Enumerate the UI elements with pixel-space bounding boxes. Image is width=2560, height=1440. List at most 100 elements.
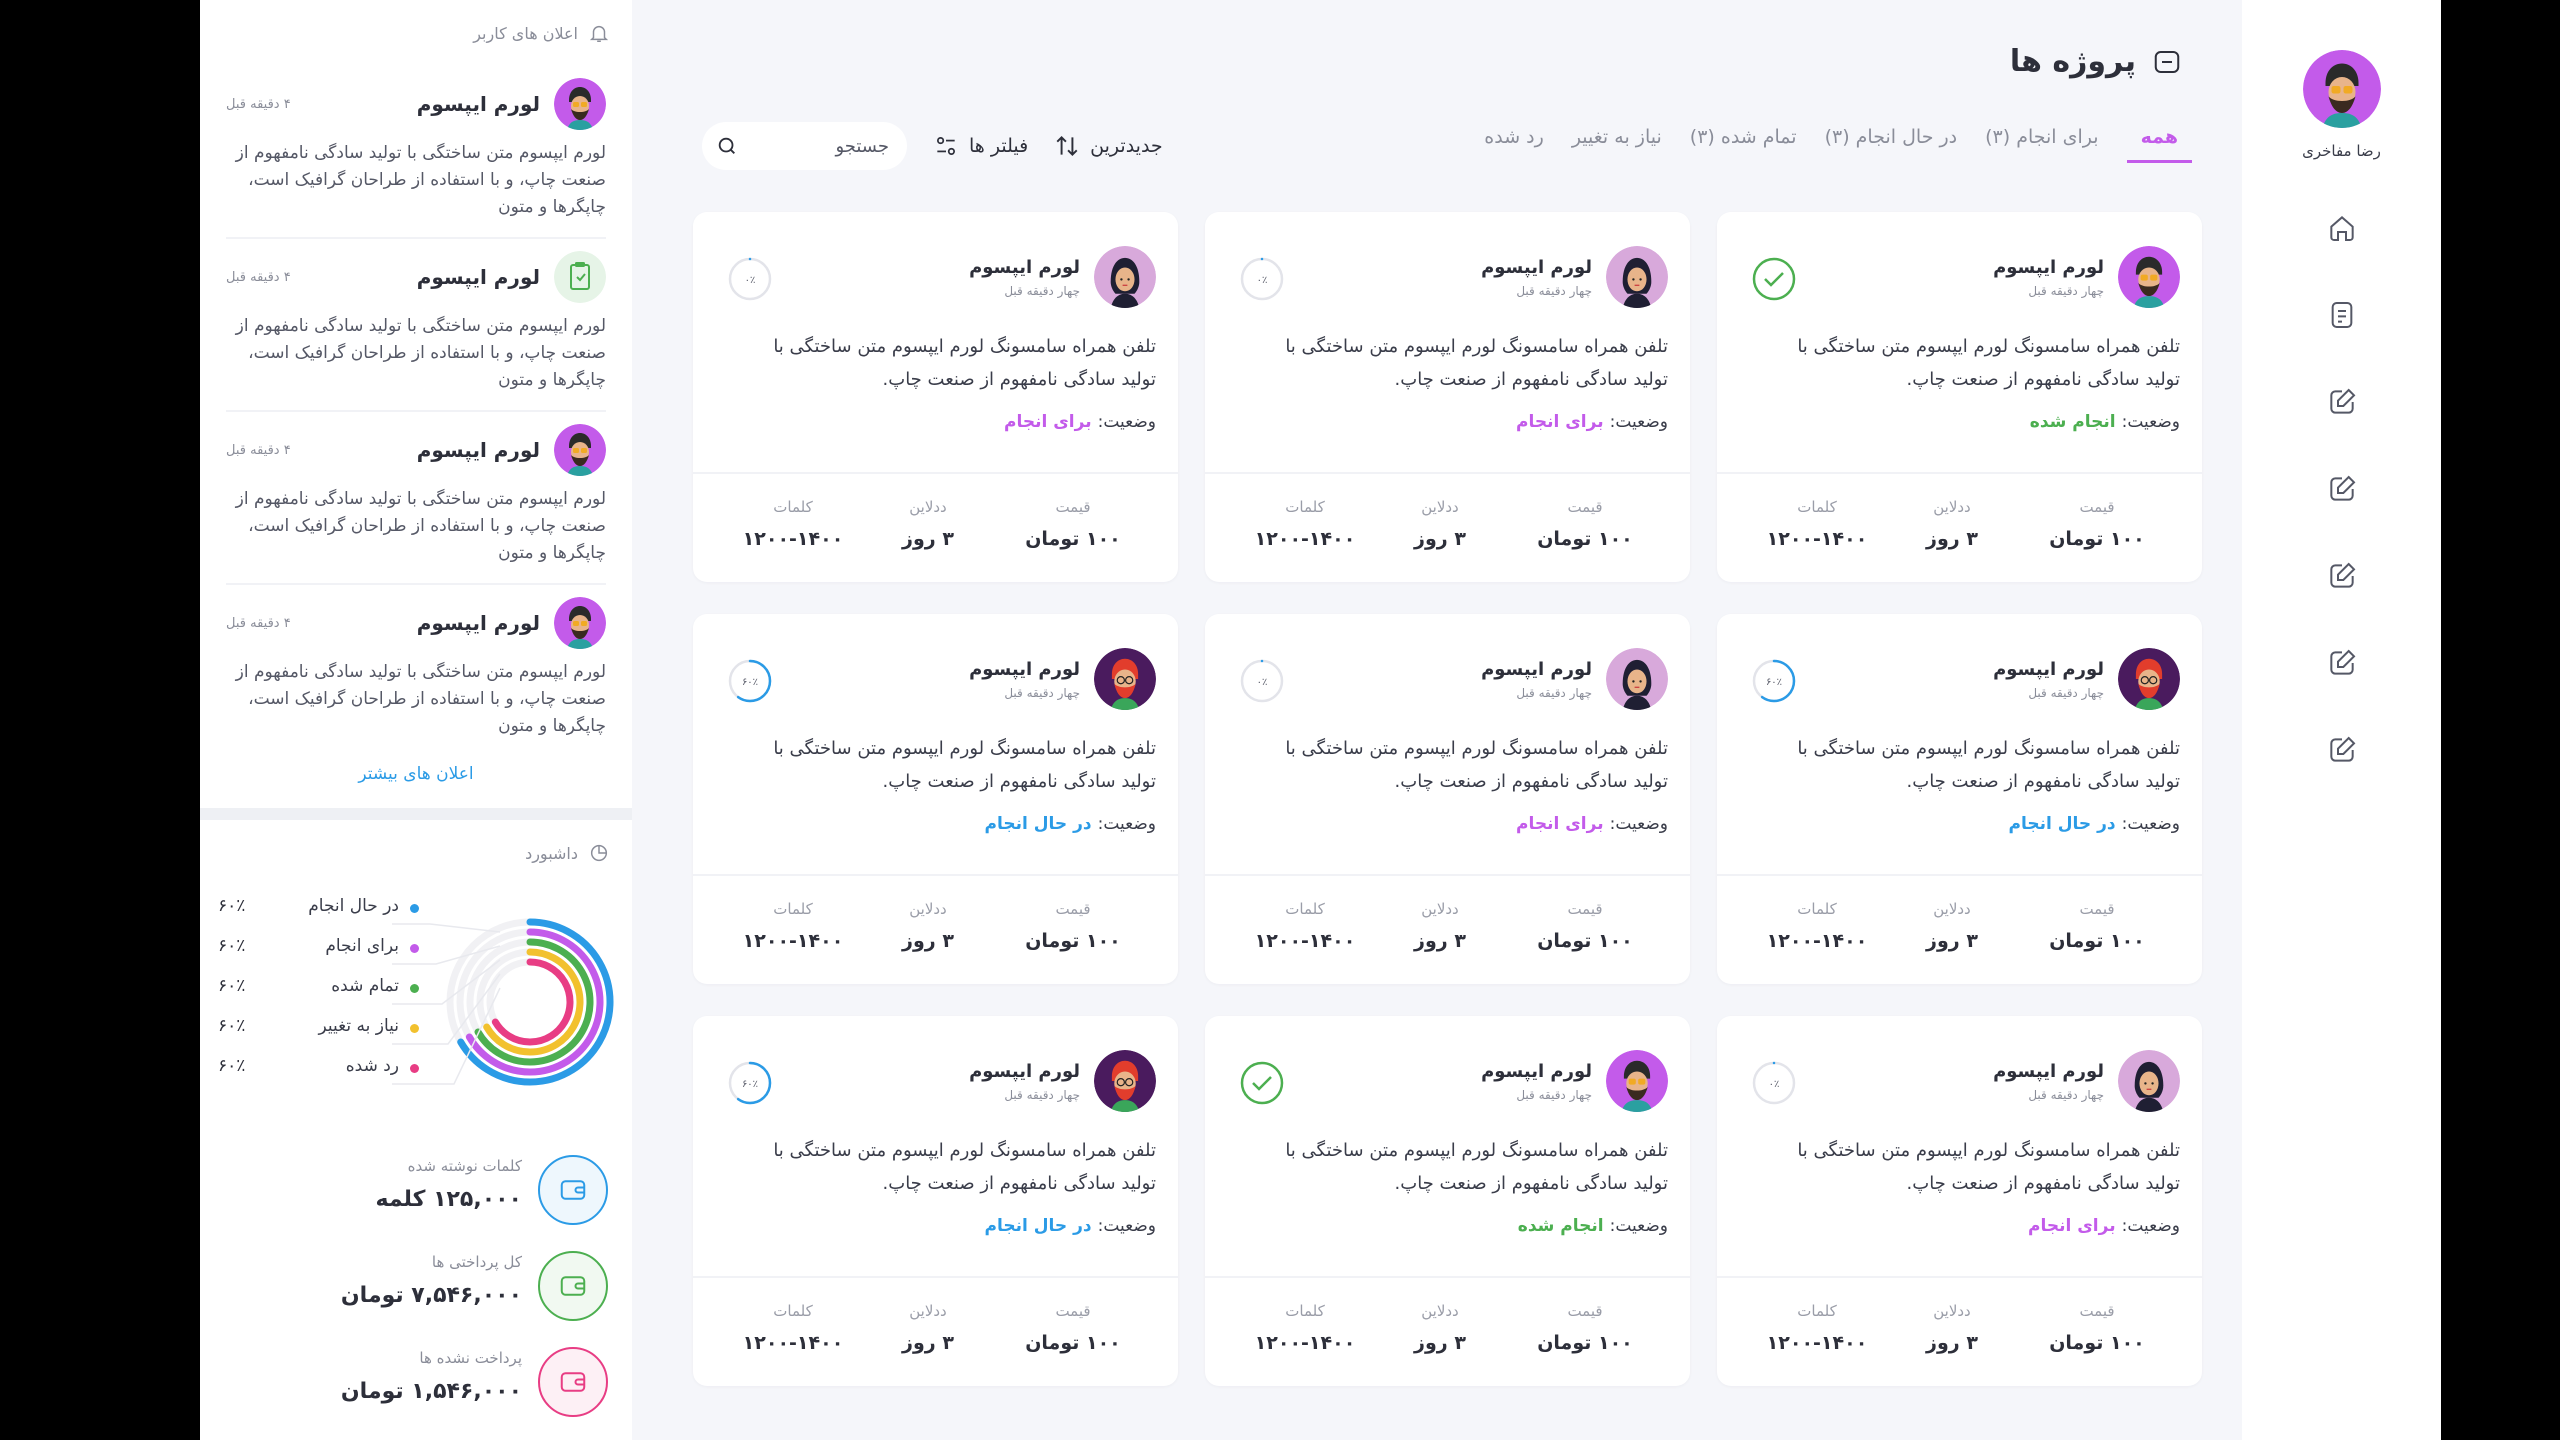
progress-label: ۶۰٪ — [1766, 677, 1782, 688]
card-words-label: کلمات — [773, 498, 813, 516]
tab-1[interactable]: برای انجام (۳) — [1985, 126, 2098, 163]
card-words-value: ۱۲۰۰-۱۴۰۰ — [1766, 528, 1868, 550]
card-price-value: ۱۰۰ تومان — [1025, 930, 1121, 952]
card-words: کلمات ۱۲۰۰-۱۴۰۰ — [1250, 900, 1360, 952]
page-title-text: پروژه ها — [2009, 44, 2136, 79]
card-deadline-label: ددلاین — [1421, 900, 1459, 918]
dashboard-header: داشبورد — [200, 820, 632, 886]
document-icon[interactable] — [2320, 293, 2364, 337]
tab-2[interactable]: در حال انجام (۳) — [1825, 126, 1958, 163]
card-words-label: کلمات — [1797, 1302, 1837, 1320]
status-value: برای انجام — [1516, 814, 1604, 834]
card-header: لورم ایپسوم چهار دقیقه قبل — [1481, 1050, 1668, 1112]
status-tabs: همه برای انجام (۳) در حال انجام (۳) تمام شد… — [1484, 126, 2192, 163]
card-deadline-value: ۳ روز — [1926, 1332, 1978, 1354]
card-words-value: ۱۲۰۰-۱۴۰۰ — [742, 1332, 844, 1354]
card-time: چهار دقیقه قبل — [1004, 283, 1080, 298]
bell-icon — [589, 25, 609, 42]
notification-text: لورم ایپسوم متن ساختگی با تولید سادگی نا… — [235, 489, 606, 563]
side-panel: اعلان های کاربر لورم ایپسوم ۴ دقیقه قبل لو… — [200, 0, 632, 1440]
sort-button[interactable]: جدیدترین — [1054, 133, 1163, 159]
legend-dot — [410, 984, 419, 993]
project-card[interactable]: لورم ایپسوم چهار دقیقه قبل ۰٪ تلفن همراه سا… — [1205, 212, 1690, 582]
card-price-label: قیمت — [2079, 900, 2115, 918]
card-deadline: ددلاین ۳ روز — [1385, 1302, 1495, 1354]
notification-time: ۴ دقیقه قبل — [226, 615, 291, 631]
legend-item: تمام شده ۶۰٪ — [200, 976, 632, 1000]
status-value: در حال انجام — [984, 814, 1092, 834]
project-card[interactable]: لورم ایپسوم چهار دقیقه قبل تلفن همراه سامس… — [1205, 1016, 1690, 1386]
project-card[interactable]: لورم ایپسوم چهار دقیقه قبل ۰٪ تلفن همراه سا… — [693, 212, 1178, 582]
avatar — [554, 597, 606, 649]
project-card[interactable]: لورم ایپسوم چهار دقیقه قبل ۶۰٪ تلفن همراه س… — [693, 614, 1178, 984]
card-status: وضعیت:برای انجام — [1516, 412, 1668, 432]
card-header: لورم ایپسوم چهار دقیقه قبل — [1481, 246, 1668, 308]
search-input[interactable]: جستجو — [702, 122, 907, 170]
project-card[interactable]: لورم ایپسوم چهار دقیقه قبل ۰٪ تلفن همراه سا… — [1717, 1016, 2202, 1386]
project-card[interactable]: لورم ایپسوم چهار دقیقه قبل ۶۰٪ تلفن همراه س… — [1717, 614, 2202, 984]
stat-value: ۱,۵۴۶,۰۰۰ تومان — [340, 1379, 522, 1404]
status-label: وضعیت: — [1097, 412, 1156, 432]
legend-label: تمام شده — [331, 976, 399, 996]
filters-button[interactable]: فیلتر ها — [933, 133, 1028, 159]
more-notifications-link[interactable]: اعلان های بیشتر — [200, 764, 632, 784]
progress-indicator — [1751, 256, 1797, 302]
card-price-value: ۱۰۰ تومان — [2049, 528, 2145, 550]
card-price: قیمت ۱۰۰ تومان — [2042, 1302, 2152, 1354]
card-price-value: ۱۰۰ تومان — [1025, 1332, 1121, 1354]
user-avatar[interactable] — [2302, 50, 2381, 128]
home-icon[interactable] — [2320, 206, 2364, 250]
edit-icon[interactable] — [2320, 467, 2364, 511]
card-price-value: ۱۰۰ تومان — [1537, 1332, 1633, 1354]
tab-3[interactable]: تمام شده (۳) — [1690, 126, 1797, 163]
notification-item[interactable]: لورم ایپسوم ۴ دقیقه قبل لورم ایپسوم متن سا… — [226, 412, 606, 585]
card-price: قیمت ۱۰۰ تومان — [1530, 900, 1640, 952]
project-card[interactable]: لورم ایپسوم چهار دقیقه قبل تلفن همراه سامس… — [1717, 212, 2202, 582]
dashboard-title: داشبورد — [525, 843, 578, 863]
notification-title: لورم ایپسوم — [416, 611, 540, 635]
stat-value: ۱۲۵,۰۰۰ کلمه — [375, 1187, 522, 1212]
legend-label: برای انجام — [325, 936, 399, 956]
notification-item[interactable]: لورم ایپسوم ۴ دقیقه قبل لورم ایپسوم متن سا… — [226, 239, 606, 412]
notification-title: لورم ایپسوم — [416, 265, 540, 289]
filters-label: فیلتر ها — [969, 135, 1029, 157]
wallet-icon — [538, 1155, 608, 1225]
legend-percent: ۶۰٪ — [218, 896, 246, 916]
card-words: کلمات ۱۲۰۰-۱۴۰۰ — [1762, 900, 1872, 952]
status-label: وضعیت: — [1097, 814, 1156, 834]
card-header: لورم ایپسوم چهار دقیقه قبل — [1481, 648, 1668, 710]
edit-icon[interactable] — [2320, 641, 2364, 685]
card-words: کلمات ۱۲۰۰-۱۴۰۰ — [738, 498, 848, 550]
card-price: قیمت ۱۰۰ تومان — [2042, 900, 2152, 952]
card-words-label: کلمات — [1285, 900, 1325, 918]
card-time: چهار دقیقه قبل — [2028, 283, 2104, 298]
card-words-value: ۱۲۰۰-۱۴۰۰ — [742, 528, 844, 550]
card-words: کلمات ۱۲۰۰-۱۴۰۰ — [1762, 1302, 1872, 1354]
user-name: رضا مفاخری — [2302, 142, 2381, 160]
edit-icon[interactable] — [2320, 380, 2364, 424]
card-description: تلفن همراه سامسونگ لورم ایپسوم متن ساختگ… — [1285, 336, 1668, 390]
card-status: وضعیت:برای انجام — [2028, 1216, 2180, 1236]
notifications-header: اعلان های کاربر — [200, 0, 632, 66]
project-card[interactable]: لورم ایپسوم چهار دقیقه قبل ۶۰٪ تلفن همراه س… — [693, 1016, 1178, 1386]
legend-dot — [410, 1064, 419, 1073]
edit-icon[interactable] — [2320, 728, 2364, 772]
progress-indicator: ۰٪ — [727, 256, 773, 302]
card-deadline-label: ددلاین — [1421, 1302, 1459, 1320]
card-time: چهار دقیقه قبل — [1516, 283, 1592, 298]
wallet-icon — [538, 1251, 608, 1321]
avatar — [1606, 1050, 1668, 1112]
tab-4[interactable]: نیاز به تغییر — [1572, 126, 1662, 163]
tab-5[interactable]: رد شده — [1484, 126, 1544, 163]
notification-item[interactable]: لورم ایپسوم ۴ دقیقه قبل لورم ایپسوم متن سا… — [226, 585, 606, 756]
stat-card: کلمات نوشته شده ۱۲۵,۰۰۰ کلمه — [200, 1155, 632, 1235]
notification-item[interactable]: لورم ایپسوم ۴ دقیقه قبل لورم ایپسوم متن سا… — [226, 66, 606, 239]
card-description: تلفن همراه سامسونگ لورم ایپسوم متن ساختگ… — [1797, 738, 2180, 792]
edit-icon[interactable] — [2320, 554, 2364, 598]
project-card[interactable]: لورم ایپسوم چهار دقیقه قبل ۰٪ تلفن همراه سا… — [1205, 614, 1690, 984]
card-price-label: قیمت — [2079, 498, 2115, 516]
tab-0[interactable]: همه — [2126, 126, 2192, 163]
folder-icon — [2154, 50, 2180, 73]
card-price: قیمت ۱۰۰ تومان — [2042, 498, 2152, 550]
legend-percent: ۶۰٪ — [218, 976, 246, 996]
